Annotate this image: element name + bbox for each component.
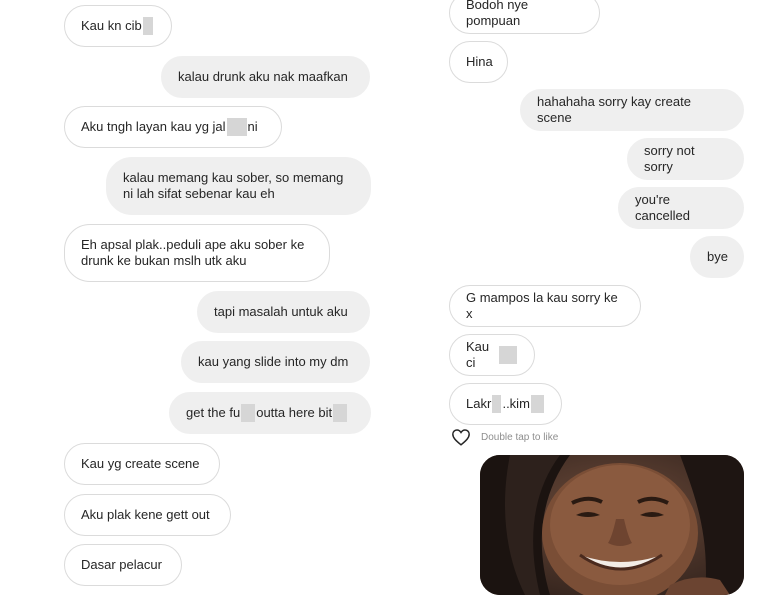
message-text: tapi masalah untuk aku (214, 304, 348, 319)
message-text: hahahaha sorry kay create scene (537, 94, 691, 125)
redaction-block (241, 404, 256, 422)
message-text: you're cancelled (635, 192, 690, 223)
message-bubble[interactable]: Aku tngh layan kau yg jal ni (64, 106, 282, 148)
message-bubble[interactable]: tapi masalah untuk aku (197, 291, 370, 333)
message-text: Eh apsal plak..peduli ape aku sober ke d… (81, 237, 305, 268)
message-text: Lakr (466, 396, 492, 411)
message-text: kau yang slide into my dm (198, 354, 349, 369)
redaction-block (499, 346, 517, 364)
message-text: Kau yg create scene (81, 456, 200, 471)
left-chat-panel: Kau kn cib kalau drunk aku nak maafkan A… (0, 0, 386, 587)
message-text: Bodoh nye pompuan (466, 0, 529, 28)
redaction-block (226, 118, 247, 136)
heart-icon[interactable] (451, 428, 471, 446)
message-bubble[interactable]: sorry not sorry (627, 138, 744, 180)
message-bubble[interactable]: Eh apsal plak..peduli ape aku sober ke d… (64, 224, 330, 282)
message-text: Hina (466, 54, 493, 69)
message-bubble[interactable]: Lakr ..kim (449, 383, 562, 425)
message-text: Aku tngh layan kau yg jal (81, 119, 226, 134)
redaction-block (333, 404, 348, 422)
message-bubble[interactable]: Aku plak kene gett out (64, 494, 231, 536)
message-bubble[interactable]: Dasar pelacur (64, 544, 182, 586)
message-text: Dasar pelacur (81, 557, 162, 572)
redaction-block (530, 395, 544, 413)
message-text: G mampos la kau sorry ke x (466, 290, 618, 321)
message-bubble[interactable]: you're cancelled (618, 187, 744, 229)
redaction-block (492, 395, 502, 413)
message-bubble[interactable]: hahahaha sorry kay create scene (520, 89, 744, 131)
like-row: Double tap to like (451, 427, 558, 447)
message-text: ni (247, 119, 258, 134)
message-bubble[interactable]: bye (690, 236, 744, 278)
message-text: kalau memang kau sober, so memang ni lah… (123, 170, 344, 201)
message-text: bye (707, 249, 728, 264)
message-bubble[interactable]: Bodoh nye pompuan (449, 0, 600, 34)
redaction-block (142, 17, 153, 35)
message-text: outta here bit (256, 405, 333, 420)
message-bubble[interactable]: kalau memang kau sober, so memang ni lah… (106, 157, 371, 215)
shared-photo[interactable] (480, 455, 744, 595)
message-bubble[interactable]: Kau kn cib (64, 5, 172, 47)
message-bubble[interactable]: G mampos la kau sorry ke x (449, 285, 641, 327)
message-text: Kau ci (466, 339, 490, 370)
message-bubble[interactable]: kalau drunk aku nak maafkan (161, 56, 370, 98)
message-bubble[interactable]: Kau ci (449, 334, 535, 376)
message-text: sorry not sorry (644, 143, 695, 174)
message-bubble[interactable]: get the fu outta here bit (169, 392, 371, 434)
message-text: kalau drunk aku nak maafkan (178, 69, 348, 84)
message-text: Kau kn cib (81, 18, 142, 33)
message-bubble[interactable]: Kau yg create scene (64, 443, 220, 485)
double-tap-hint: Double tap to like (481, 431, 559, 443)
message-text: get the fu (186, 405, 241, 420)
message-text: Aku plak kene gett out (81, 507, 210, 522)
message-bubble[interactable]: kau yang slide into my dm (181, 341, 370, 383)
message-bubble[interactable]: Hina (449, 41, 508, 83)
message-text: ..kim (502, 396, 530, 411)
